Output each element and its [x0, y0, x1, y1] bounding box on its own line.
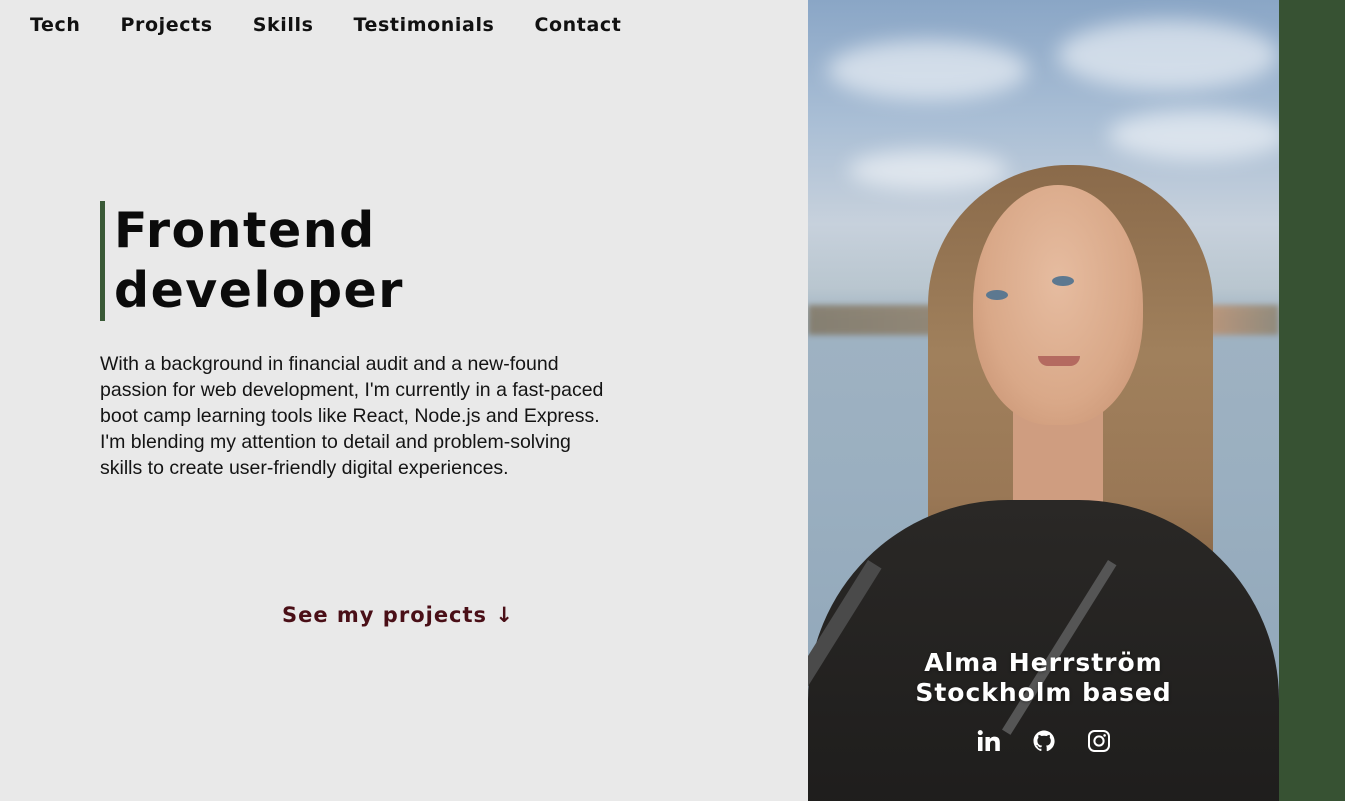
social-links	[808, 727, 1279, 755]
github-icon[interactable]	[1032, 727, 1056, 755]
linkedin-icon[interactable]	[977, 727, 1001, 755]
profile-location: Stockholm based	[915, 678, 1172, 707]
nav-item-projects[interactable]: Projects	[121, 14, 213, 36]
nav-item-testimonials[interactable]: Testimonials	[354, 14, 495, 36]
hero-intro-text: With a background in financial audit and…	[100, 353, 604, 479]
see-projects-link[interactable]: See my projects ↓	[282, 603, 514, 627]
hero-section: Frontend developer With a background in …	[100, 201, 620, 481]
nav-item-skills[interactable]: Skills	[253, 14, 314, 36]
accent-strip	[1279, 0, 1345, 801]
hero-title: Frontend developer	[114, 202, 404, 319]
hero-title-block: Frontend developer	[100, 201, 620, 321]
instagram-icon[interactable]	[1087, 727, 1111, 755]
profile-name: Alma Herrström	[924, 648, 1163, 677]
nav-item-contact[interactable]: Contact	[534, 14, 621, 36]
profile-caption: Alma Herrström Stockholm based	[808, 648, 1279, 708]
nav-item-tech[interactable]: Tech	[30, 14, 81, 36]
main-nav: Tech Projects Skills Testimonials Contac…	[30, 14, 621, 36]
